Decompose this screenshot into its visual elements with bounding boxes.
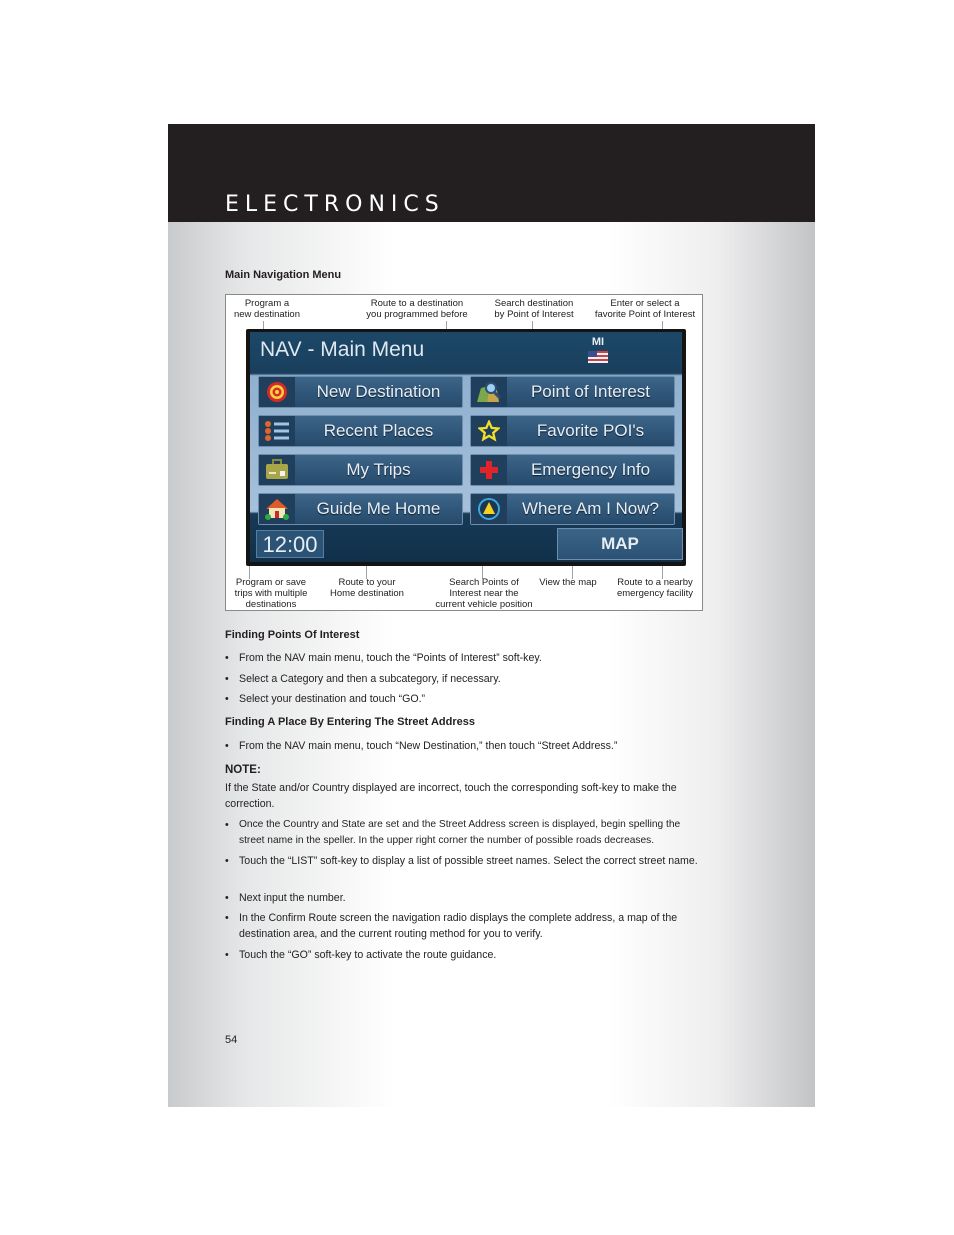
button-label: Favorite POI's	[536, 421, 645, 440]
nav-screen: NAV - Main Menu MI New Destination Point…	[246, 329, 686, 566]
nav-menu-figure: Program a new destination Route to a des…	[225, 294, 703, 611]
callout-where-am-i-now: Search Points of Interest near the curre…	[435, 577, 533, 610]
manual-page: ELECTRONICS Main Navigation Menu Program…	[168, 124, 815, 1107]
guide-me-home-button[interactable]: Guide Me Home	[258, 493, 463, 525]
my-trips-button[interactable]: My Trips	[258, 454, 463, 486]
callout-point-of-interest: Search destination by Point of Interest	[494, 298, 574, 320]
where-am-i-now-button[interactable]: Where Am I Now?	[470, 493, 675, 525]
location-arrow-icon	[471, 494, 507, 524]
target-icon	[259, 377, 295, 407]
section-title-main-nav: Main Navigation Menu	[225, 269, 342, 281]
star-icon	[471, 416, 507, 446]
button-label: Where Am I Now?	[522, 499, 659, 518]
button-label: Emergency Info	[530, 460, 651, 479]
button-label: My Trips	[346, 460, 411, 479]
callout-emergency-info: Route to a nearby emergency facility	[616, 577, 694, 599]
favorite-poi-button[interactable]: Favorite POI's	[470, 415, 675, 447]
red-cross-icon	[471, 455, 507, 485]
callout-new-destination: Program a new destination	[233, 298, 301, 320]
button-label: Recent Places	[323, 421, 434, 440]
clock-display: 12:00	[256, 530, 324, 558]
section-title-street-address: Finding A Place By Entering The Street A…	[225, 716, 475, 728]
button-label: Guide Me Home	[316, 499, 441, 518]
point-of-interest-button[interactable]: Point of Interest	[470, 376, 675, 408]
callout-recent-places: Route to a destination you programmed be…	[366, 298, 468, 320]
callout-guide-me-home: Route to your Home destination	[330, 577, 404, 599]
note-text: If the State and/or Country displayed ar…	[225, 782, 677, 810]
suitcase-icon	[259, 455, 295, 485]
recent-places-button[interactable]: Recent Places	[258, 415, 463, 447]
page-number: 54	[225, 1034, 238, 1046]
button-label: Point of Interest	[530, 382, 651, 401]
nav-screen-display: NAV - Main Menu MI New Destination Point…	[250, 332, 683, 562]
us-flag-icon	[588, 351, 608, 363]
list-icon	[259, 416, 295, 446]
header-title: ELECTRONICS	[225, 192, 445, 217]
section-title-poi: Finding Points Of Interest	[225, 629, 360, 641]
callout-my-trips: Program or save trips with multiple dest…	[234, 577, 308, 610]
emergency-info-button[interactable]: Emergency Info	[470, 454, 675, 486]
house-icon	[259, 494, 295, 524]
callout-favorite-poi: Enter or select a favorite Point of Inte…	[594, 298, 696, 320]
map-search-icon	[471, 377, 507, 407]
button-label: New Destination	[316, 382, 441, 401]
nav-screen-title: NAV - Main Menu	[260, 338, 425, 361]
map-button[interactable]: MAP	[557, 528, 683, 560]
callout-map: View the map	[539, 577, 597, 588]
page-header: ELECTRONICS	[168, 124, 815, 222]
new-destination-button[interactable]: New Destination	[258, 376, 463, 408]
state-indicator[interactable]: MI	[586, 336, 610, 348]
note-label: NOTE:	[225, 764, 261, 776]
